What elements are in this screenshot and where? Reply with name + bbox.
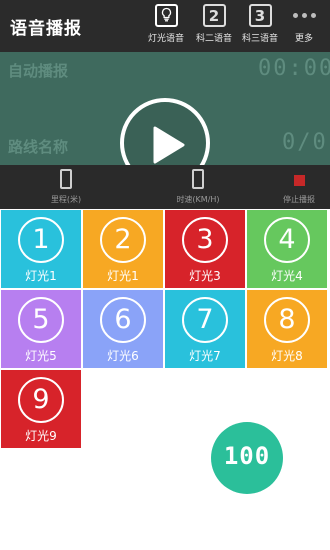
light-button-5[interactable]: 5 灯光5 <box>1 290 81 368</box>
speed-100-button[interactable]: 100 <box>211 422 283 494</box>
app-header: 语音播报 灯光语音 2 科二语音 3 科三语音 更多 <box>0 0 330 52</box>
light-label: 灯光7 <box>189 349 221 363</box>
mileage-label: 里程(米) <box>50 195 82 204</box>
light-number: 6 <box>100 297 146 343</box>
number-three-icon: 3 <box>248 4 272 27</box>
light-button-4[interactable]: 4 灯光4 <box>247 210 327 288</box>
light-label: 灯光3 <box>189 269 221 283</box>
tab-subject-three-voice[interactable]: 3 科三语音 <box>236 4 284 50</box>
stop-broadcast-label: 停止播报 <box>283 195 315 204</box>
mileage-digit <box>60 169 72 189</box>
mileage-stat: 里程(米) <box>30 165 102 209</box>
light-button-9[interactable]: 9 灯光9 <box>1 370 81 448</box>
light-button-1[interactable]: 1 灯光1 <box>1 210 81 288</box>
light-number: 2 <box>100 217 146 263</box>
tab-label: 更多 <box>294 34 313 44</box>
light-number: 7 <box>182 297 228 343</box>
light-number: 9 <box>18 377 64 423</box>
tab-label: 灯光语音 <box>147 34 184 44</box>
speed-label: 时速(KM/H) <box>176 195 220 204</box>
light-button-8[interactable]: 8 灯光8 <box>247 290 327 368</box>
speed-value: 100 <box>223 442 271 470</box>
route-name-label: 路线名称 <box>8 138 69 156</box>
light-label: 灯光6 <box>107 349 139 363</box>
tab-label: 科三语音 <box>241 34 278 44</box>
clock-display: 00:00 <box>258 56 330 81</box>
lightbulb-icon <box>154 4 178 27</box>
light-label: 灯光5 <box>25 349 57 363</box>
light-number: 5 <box>18 297 64 343</box>
speed-digit <box>192 169 204 189</box>
light-label: 灯光1 <box>107 269 139 283</box>
broadcast-panel: 自动播报 00:00 路线名称 0/0 <box>0 52 330 188</box>
light-label: 灯光1 <box>25 269 57 283</box>
page-title: 语音播报 <box>10 19 82 39</box>
light-number: 3 <box>182 217 228 263</box>
speed-stat: 时速(KM/H) <box>160 165 236 209</box>
stop-icon <box>293 175 305 186</box>
tab-more[interactable]: 更多 <box>280 4 328 50</box>
light-button-3[interactable]: 3 灯光3 <box>165 210 245 288</box>
light-button-7[interactable]: 7 灯光7 <box>165 290 245 368</box>
light-button-6[interactable]: 6 灯光6 <box>83 290 163 368</box>
tab-label: 科二语音 <box>195 34 232 44</box>
route-progress-display: 0/0 <box>282 130 328 155</box>
light-number: 8 <box>264 297 310 343</box>
light-number: 4 <box>264 217 310 263</box>
stats-bar: 里程(米) 时速(KM/H) 停止播报 <box>0 165 330 209</box>
number-two-icon: 2 <box>202 4 226 27</box>
stop-broadcast-button[interactable]: 停止播报 <box>272 165 326 209</box>
tab-light-voice[interactable]: 灯光语音 <box>142 4 190 50</box>
light-label: 灯光9 <box>25 429 57 443</box>
tab-subject-two-voice[interactable]: 2 科二语音 <box>190 4 238 50</box>
auto-broadcast-label: 自动播报 <box>8 62 69 80</box>
more-dots-icon <box>289 4 319 27</box>
light-number: 1 <box>18 217 64 263</box>
light-label: 灯光4 <box>271 269 303 283</box>
light-label: 灯光8 <box>271 349 303 363</box>
play-icon <box>153 126 185 164</box>
light-button-2[interactable]: 2 灯光1 <box>83 210 163 288</box>
